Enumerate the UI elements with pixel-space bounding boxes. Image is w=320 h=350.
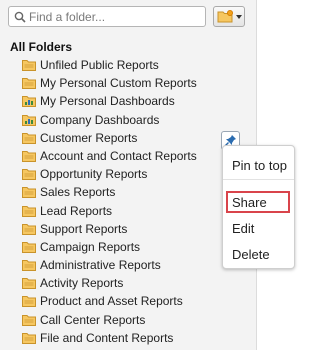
folder-icon bbox=[22, 295, 36, 310]
folder-item[interactable]: Lead Reports bbox=[0, 202, 257, 220]
new-folder-icon bbox=[217, 10, 233, 23]
folder-label: Lead Reports bbox=[40, 203, 113, 218]
folder-item[interactable]: Sales Reports bbox=[0, 183, 257, 201]
folder-label: Support Reports bbox=[40, 221, 128, 236]
folder-label: My Personal Custom Reports bbox=[40, 76, 197, 91]
folder-label: Product and Asset Reports bbox=[40, 294, 183, 309]
folder-label: Account and Contact Reports bbox=[40, 148, 197, 163]
folder-search-field[interactable] bbox=[8, 6, 206, 27]
folder-icon bbox=[22, 59, 36, 74]
menu-item-pin-to-top[interactable]: Pin to top bbox=[232, 158, 287, 173]
folder-icon bbox=[22, 277, 36, 292]
dashboard-icon bbox=[22, 114, 36, 129]
folder-icon bbox=[22, 150, 36, 165]
folder-icon bbox=[22, 168, 36, 183]
folder-item[interactable]: File and Content Reports bbox=[0, 329, 257, 347]
folder-icon bbox=[22, 332, 36, 347]
folder-icon bbox=[22, 132, 36, 147]
all-folders-heading: All Folders bbox=[10, 40, 73, 54]
folder-icon bbox=[22, 77, 36, 92]
folder-label: My Personal Dashboards bbox=[40, 94, 175, 109]
folder-item[interactable]: My Personal Dashboards bbox=[0, 92, 257, 110]
folder-item[interactable]: Company Dashboards bbox=[0, 111, 257, 129]
folder-item[interactable]: Product and Asset Reports bbox=[0, 292, 257, 310]
menu-item-delete[interactable]: Delete bbox=[232, 247, 270, 262]
folder-item[interactable]: Support Reports bbox=[0, 220, 257, 238]
chevron-down-icon bbox=[236, 15, 242, 19]
folder-item[interactable]: Administrative Reports bbox=[0, 256, 257, 274]
folder-label: Customer Reports bbox=[40, 130, 138, 145]
folder-panel: All Folders Unfiled Public Reports My Per… bbox=[0, 0, 257, 350]
dashboard-icon bbox=[22, 95, 36, 110]
folder-label: Company Dashboards bbox=[40, 112, 160, 127]
folder-label: File and Content Reports bbox=[40, 330, 174, 345]
menu-item-edit[interactable]: Edit bbox=[232, 221, 254, 236]
menu-divider bbox=[223, 179, 294, 180]
share-highlight-box bbox=[226, 191, 290, 213]
folder-icon bbox=[22, 314, 36, 329]
folder-label: Administrative Reports bbox=[40, 258, 161, 273]
search-icon bbox=[14, 11, 26, 23]
folder-item[interactable]: Activity Reports bbox=[0, 274, 257, 292]
folder-label: Call Center Reports bbox=[40, 312, 146, 327]
folder-icon bbox=[22, 205, 36, 220]
folder-label: Unfiled Public Reports bbox=[40, 58, 159, 72]
folder-list: Unfiled Public Reports My Personal Custom… bbox=[0, 56, 257, 347]
folder-label: Opportunity Reports bbox=[40, 167, 148, 182]
folder-item[interactable]: My Personal Custom Reports bbox=[0, 74, 257, 92]
folder-icon bbox=[22, 223, 36, 238]
folder-item[interactable]: Customer Reports bbox=[0, 129, 257, 147]
folder-item[interactable]: Campaign Reports bbox=[0, 238, 257, 256]
new-folder-menu-button[interactable] bbox=[213, 6, 245, 27]
folder-item[interactable]: Unfiled Public Reports bbox=[0, 56, 257, 74]
folder-icon bbox=[22, 241, 36, 256]
folder-label: Activity Reports bbox=[40, 276, 124, 291]
folder-label: Campaign Reports bbox=[40, 239, 141, 254]
folder-label: Sales Reports bbox=[40, 185, 116, 200]
folder-item[interactable]: Call Center Reports bbox=[0, 311, 257, 329]
folder-search-input[interactable] bbox=[29, 8, 199, 25]
folder-icon bbox=[22, 186, 36, 201]
folder-icon bbox=[22, 259, 36, 274]
folder-item[interactable]: Opportunity Reports bbox=[0, 165, 257, 183]
folder-item[interactable]: Account and Contact Reports bbox=[0, 147, 257, 165]
